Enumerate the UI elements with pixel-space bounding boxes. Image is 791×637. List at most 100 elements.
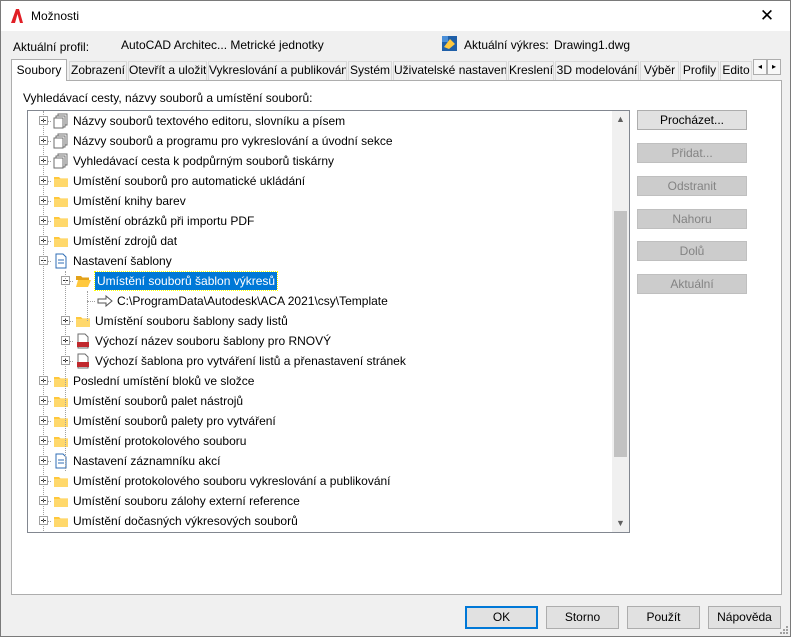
tree-item[interactable]: Umístění zdrojů dat: [28, 231, 614, 251]
tree-item[interactable]: Umístění knihy barev: [28, 191, 614, 211]
tree-item[interactable]: Názvy souborů textového editoru, slovník…: [28, 111, 614, 131]
tab-vykreslovani[interactable]: Vykreslování a publikování: [208, 61, 347, 80]
resize-grip-icon[interactable]: [778, 624, 788, 634]
tree-item-label: Poslední umístění bloků ve složce: [73, 374, 255, 388]
tree-item-label: Umístění protokolového souboru: [73, 434, 247, 448]
files-stack-icon: [53, 113, 69, 129]
folder-icon: [53, 413, 69, 429]
move-up-button[interactable]: Nahoru: [637, 209, 747, 229]
folder-icon: [53, 193, 69, 209]
chevron-right-icon: ▸: [771, 62, 776, 71]
tree-item-label: Nastavení záznamníku akcí: [73, 454, 221, 468]
folder-icon: [75, 313, 91, 329]
tree-item[interactable]: Názvy souborů a programu pro vykreslován…: [28, 131, 614, 151]
tab-uzivatelske-nastaveni[interactable]: Uživatelské nastavení: [393, 61, 507, 80]
tree-item[interactable]: Umístění souboru šablony sady listů: [28, 311, 614, 331]
folder-icon: [53, 173, 69, 189]
current-profile-value: AutoCAD Architec... Metrické jednotky: [121, 38, 324, 52]
tree-item[interactable]: Vyhledávací cesta k podpůrným souborů ti…: [28, 151, 614, 171]
folder-icon: [53, 473, 69, 489]
files-stack-icon: [53, 133, 69, 149]
cancel-button[interactable]: Storno: [546, 606, 619, 629]
tree-item-label: Umístění souborů palety pro vytváření: [73, 414, 276, 428]
tree-item[interactable]: Umístění protokolového souboru: [28, 431, 614, 451]
dwt-file-icon: [75, 353, 91, 369]
ok-button[interactable]: OK: [465, 606, 538, 629]
tab-3d-modelovani[interactable]: 3D modelování: [555, 61, 639, 80]
tree-item-label: Výchozí název souboru šablony pro RNOVÝ: [95, 334, 332, 348]
scroll-down-button[interactable]: ▼: [612, 515, 629, 532]
tree-item-label: Nastavení šablony: [73, 254, 172, 268]
tree-item[interactable]: Nastavení šablony: [28, 251, 614, 271]
tab-zobrazeni[interactable]: Zobrazení: [69, 61, 127, 80]
tree-item[interactable]: Umístění souboru zálohy externí referenc…: [28, 491, 614, 511]
tree-item-label: Umístění souboru šablony sady listů: [95, 314, 288, 328]
tree-item[interactable]: Umístění souborů palety pro vytváření: [28, 411, 614, 431]
tree-vertical-scrollbar[interactable]: ▲ ▼: [612, 111, 629, 532]
title-bar[interactable]: Možnosti ✕: [1, 1, 790, 31]
tree-connector: [87, 301, 95, 302]
tab-editor[interactable]: Edito: [720, 61, 752, 80]
current-drawing-value: Drawing1.dwg: [554, 38, 631, 52]
tab-soubory[interactable]: Soubory: [11, 59, 67, 81]
tree-item-label: Umístění knihy barev: [73, 194, 186, 208]
tree-item-label: Umístění souborů šablon výkresů: [93, 271, 279, 291]
path-arrow-icon: [97, 293, 113, 309]
options-dialog: Možnosti ✕ Aktuální profil: AutoCAD Arch…: [0, 0, 791, 637]
tree-item-label: Umístění dočasných výkresových souborů: [73, 514, 298, 528]
tree-item[interactable]: Umístění souborů pro automatické ukládán…: [28, 171, 614, 191]
tree-item[interactable]: Poslední umístění bloků ve složce: [28, 371, 614, 391]
browse-button[interactable]: Procházet...: [637, 110, 747, 130]
chevron-left-icon: ◂: [757, 62, 762, 71]
tree-item-label: Umístění protokolového souboru vykreslov…: [73, 474, 391, 488]
tab-profily[interactable]: Profily: [680, 61, 719, 80]
document-icon: [53, 253, 69, 269]
tree-item[interactable]: Nastavení záznamníku akcí: [28, 451, 614, 471]
move-down-button[interactable]: Dolů: [637, 241, 747, 261]
triangle-up-icon: ▲: [616, 114, 625, 124]
tree-item[interactable]: Umístění dočasných výkresových souborů: [28, 511, 614, 531]
scroll-up-button[interactable]: ▲: [612, 111, 629, 128]
tab-vyber[interactable]: Výběr: [640, 61, 679, 80]
set-current-button[interactable]: Aktuální: [637, 274, 747, 294]
tree-item-label: Umístění souborů pro automatické ukládán…: [73, 174, 306, 188]
tree-item[interactable]: Výchozí název souboru šablony pro RNOVÝ: [28, 331, 614, 351]
open-folder-icon: [75, 273, 91, 289]
autocad-a-icon: [11, 9, 23, 23]
folder-icon: [53, 433, 69, 449]
tree-item[interactable]: C:\ProgramData\Autodesk\ACA 2021\csy\Tem…: [28, 291, 614, 311]
scroll-thumb[interactable]: [614, 211, 627, 457]
panel-caption: Vyhledávací cesty, názvy souborů a umíst…: [23, 91, 313, 105]
tree-item[interactable]: Umístění obrázků při importu PDF: [28, 211, 614, 231]
tree-item[interactable]: Umístění souborů šablon výkresů: [28, 271, 614, 291]
tree-guide-line: [43, 111, 44, 531]
help-button[interactable]: Nápověda: [708, 606, 781, 629]
folder-icon: [53, 393, 69, 409]
files-stack-icon: [53, 153, 69, 169]
close-button[interactable]: ✕: [744, 1, 790, 31]
tab-kresleni[interactable]: Kreslení: [508, 61, 554, 80]
tab-scroll-left-button[interactable]: ◂: [753, 59, 767, 75]
dwt-file-icon: [75, 333, 91, 349]
triangle-down-icon: ▼: [616, 518, 625, 528]
current-drawing-label: Aktuální výkres:: [464, 38, 549, 52]
folder-icon: [53, 373, 69, 389]
apply-button[interactable]: Použít: [627, 606, 700, 629]
tree-item[interactable]: Výchozí šablona pro vytváření listů a př…: [28, 351, 614, 371]
search-paths-tree[interactable]: Názvy souborů textového editoru, slovník…: [27, 110, 630, 533]
document-icon: [53, 453, 69, 469]
tree-item-label: C:\ProgramData\Autodesk\ACA 2021\csy\Tem…: [117, 294, 388, 308]
tree-item-label: Umístění souboru zálohy externí referenc…: [73, 494, 300, 508]
tree-item[interactable]: Umístění protokolového souboru vykreslov…: [28, 471, 614, 491]
tree-item-label: Vyhledávací cesta k podpůrným souborů ti…: [73, 154, 335, 168]
folder-icon: [53, 493, 69, 509]
tab-scroll-right-button[interactable]: ▸: [767, 59, 781, 75]
add-button[interactable]: Přidat...: [637, 143, 747, 163]
tab-system[interactable]: Systém: [348, 61, 392, 80]
tab-otevrit-a-ulozit[interactable]: Otevřít a uložit: [128, 61, 207, 80]
tree-item-label: Názvy souborů textového editoru, slovník…: [73, 114, 346, 128]
folder-icon: [53, 213, 69, 229]
tree-item[interactable]: Umístění souborů palet nástrojů: [28, 391, 614, 411]
window-title: Možnosti: [31, 9, 80, 23]
remove-button[interactable]: Odstranit: [637, 176, 747, 196]
